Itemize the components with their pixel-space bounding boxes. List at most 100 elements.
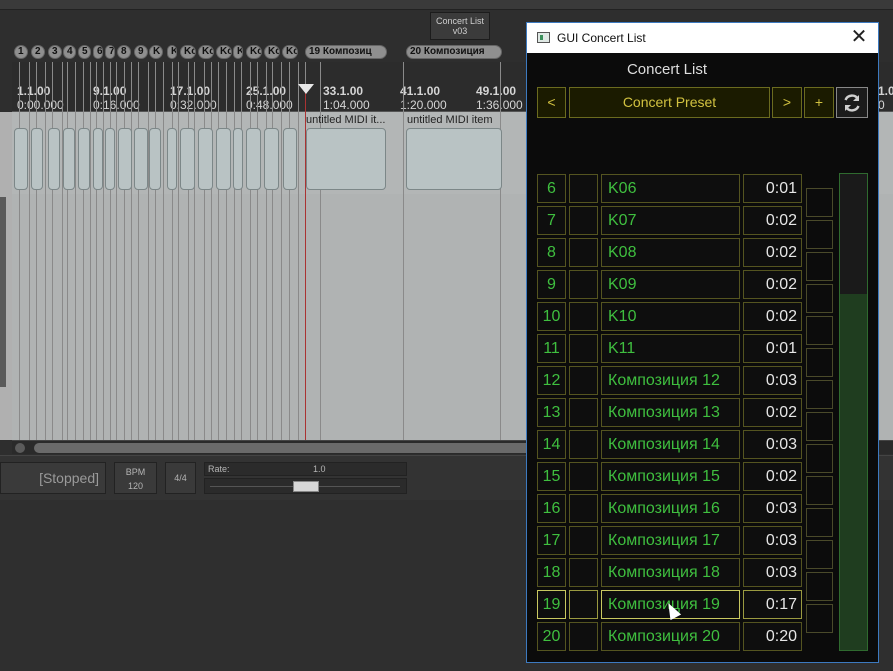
song-slot[interactable] <box>569 270 598 299</box>
time-signature-button[interactable]: 4/4 <box>165 462 196 494</box>
song-duration: 0:02 <box>743 302 802 331</box>
midi-item[interactable] <box>78 128 90 190</box>
song-slot[interactable] <box>569 526 598 555</box>
midi-item[interactable] <box>198 128 213 190</box>
concert-list-button[interactable]: Concert List v03 <box>430 12 490 40</box>
midi-item[interactable] <box>149 128 161 190</box>
song-slot[interactable] <box>569 302 598 331</box>
rate-slider-knob[interactable] <box>293 481 319 492</box>
song-side-button[interactable] <box>806 220 833 249</box>
song-slot[interactable] <box>569 558 598 587</box>
midi-item[interactable] <box>31 128 43 190</box>
bpm-button[interactable]: BPM 120 <box>114 462 157 494</box>
midi-item[interactable] <box>14 128 28 190</box>
region-marker[interactable]: Kc <box>216 45 232 59</box>
region-marker[interactable]: 4 <box>63 45 76 59</box>
region-marker[interactable]: Kc <box>180 45 196 59</box>
midi-item[interactable] <box>283 128 297 190</box>
song-side-button[interactable] <box>806 508 833 537</box>
region-marker[interactable]: 2 <box>31 45 45 59</box>
midi-item[interactable] <box>63 128 75 190</box>
scroll-left-icon[interactable] <box>15 443 25 453</box>
region-marker[interactable]: 3 <box>48 45 62 59</box>
song-side-button[interactable] <box>806 252 833 281</box>
song-slot[interactable] <box>569 398 598 427</box>
song-duration: 0:20 <box>743 622 802 651</box>
song-side-button[interactable] <box>806 412 833 441</box>
song-slot[interactable] <box>569 238 598 267</box>
region-marker[interactable]: Kc <box>246 45 262 59</box>
region-marker[interactable]: K <box>167 45 177 59</box>
song-slot[interactable] <box>569 622 598 651</box>
region-marker[interactable]: 1 <box>14 45 28 59</box>
region-marker[interactable]: 19 Композиц <box>305 45 387 59</box>
midi-item[interactable] <box>134 128 148 190</box>
song-side-button[interactable] <box>806 188 833 217</box>
song-name: K10 <box>601 302 740 331</box>
next-preset-button[interactable]: > <box>772 87 802 118</box>
midi-item[interactable] <box>264 128 279 190</box>
close-icon[interactable]: ✕ <box>848 27 870 49</box>
rate-label: Rate: <box>208 464 230 474</box>
midi-item[interactable] <box>406 128 502 190</box>
level-meter-empty <box>840 174 867 294</box>
song-slot[interactable] <box>569 462 598 491</box>
rate-slider[interactable] <box>204 478 407 494</box>
midi-item[interactable] <box>48 128 60 190</box>
ruler-time-label: 1:20.000 <box>400 98 447 112</box>
midi-item[interactable] <box>180 128 195 190</box>
midi-item[interactable] <box>306 128 386 190</box>
region-marker[interactable]: K <box>233 45 243 59</box>
rate-display: Rate: 1.0 <box>204 462 407 476</box>
scrollbar-thumb[interactable] <box>34 443 534 453</box>
song-side-button[interactable] <box>806 540 833 569</box>
song-side-button[interactable] <box>806 604 833 633</box>
song-slot[interactable] <box>569 494 598 523</box>
song-duration: 0:02 <box>743 462 802 491</box>
midi-item[interactable] <box>233 128 243 190</box>
concert-list-button-line1: Concert List <box>435 16 485 26</box>
add-preset-button[interactable]: + <box>804 87 834 118</box>
song-side-button[interactable] <box>806 316 833 345</box>
song-slot[interactable] <box>569 174 598 203</box>
region-marker[interactable]: 9 <box>134 45 148 59</box>
region-marker[interactable]: 20 Композиция <box>406 45 502 59</box>
prev-preset-button[interactable]: < <box>537 87 566 118</box>
refresh-icon[interactable] <box>836 87 868 118</box>
region-marker[interactable]: Kc <box>282 45 298 59</box>
song-slot[interactable] <box>569 206 598 235</box>
song-slot[interactable] <box>569 366 598 395</box>
song-slot[interactable] <box>569 334 598 363</box>
song-side-button[interactable] <box>806 284 833 313</box>
window-title-bar[interactable]: GUI Concert List ✕ <box>527 23 878 53</box>
region-marker[interactable]: Kc <box>264 45 280 59</box>
song-side-button[interactable] <box>806 572 833 601</box>
song-side-button[interactable] <box>806 444 833 473</box>
region-marker[interactable]: 6 <box>93 45 103 59</box>
midi-item[interactable] <box>246 128 261 190</box>
marker-line <box>272 62 273 440</box>
track-header[interactable] <box>0 112 12 440</box>
play-cursor-handle[interactable] <box>298 84 314 94</box>
region-marker[interactable]: 5 <box>78 45 91 59</box>
region-marker[interactable]: 7 <box>105 45 115 59</box>
region-marker[interactable]: 8 <box>117 45 131 59</box>
play-cursor <box>305 92 306 440</box>
region-marker[interactable]: Kc <box>198 45 214 59</box>
song-number: 6 <box>537 174 566 203</box>
midi-item[interactable] <box>167 128 177 190</box>
song-side-button[interactable] <box>806 348 833 377</box>
midi-item[interactable] <box>93 128 103 190</box>
song-slot[interactable] <box>569 590 598 619</box>
song-slot[interactable] <box>569 430 598 459</box>
marker-line <box>116 62 117 440</box>
song-side-button[interactable] <box>806 476 833 505</box>
song-side-button[interactable] <box>806 380 833 409</box>
concert-preset-button[interactable]: Concert Preset <box>569 87 770 118</box>
region-marker[interactable]: K <box>149 45 163 59</box>
midi-item[interactable] <box>216 128 231 190</box>
bpm-label: BPM <box>125 467 146 477</box>
midi-item[interactable] <box>118 128 132 190</box>
ruler-time-label: 0 <box>878 98 885 112</box>
midi-item[interactable] <box>105 128 115 190</box>
